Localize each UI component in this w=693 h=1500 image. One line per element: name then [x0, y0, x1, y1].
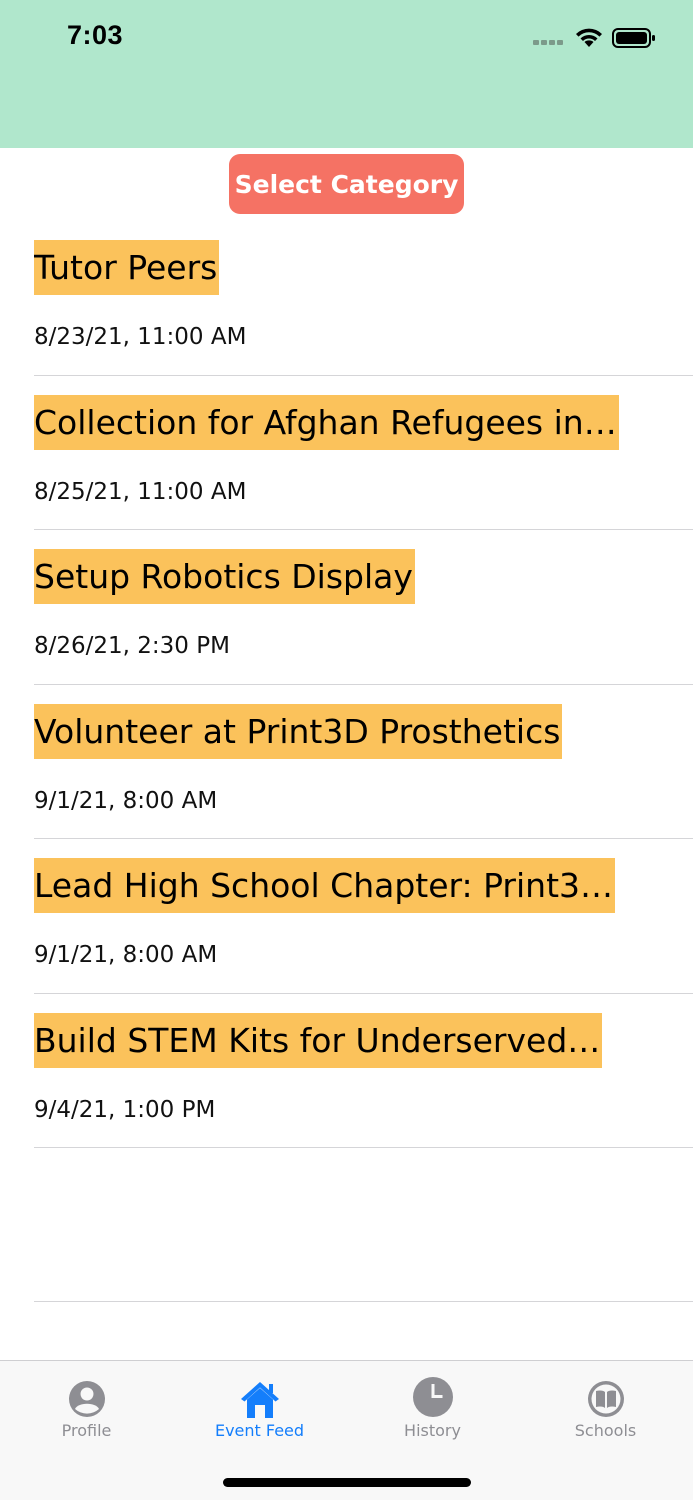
battery-icon	[612, 28, 655, 48]
list-item[interactable]: Setup Robotics Display 8/26/21, 2:30 PM	[0, 530, 693, 685]
event-date: 8/25/21, 11:00 AM	[34, 478, 247, 505]
event-title: Volunteer at Print3D Prosthetics	[34, 703, 563, 759]
house-icon	[240, 1382, 279, 1418]
person-circle-icon	[68, 1381, 105, 1417]
event-title: Tutor Peers	[34, 240, 220, 295]
row-divider	[34, 1301, 693, 1302]
event-date: 8/23/21, 11:00 AM	[34, 324, 247, 350]
tab-label: Event Feed	[214, 1421, 305, 1440]
wifi-icon	[576, 28, 602, 47]
tab-label: History	[404, 1421, 461, 1440]
event-title: Collection for Afghan Refugees in…	[34, 394, 619, 450]
clock-icon	[412, 1377, 453, 1417]
event-title: Lead High School Chapter: Print3…	[34, 858, 616, 913]
list-item[interactable]: Collection for Afghan Refugees in… 8/25/…	[0, 376, 693, 530]
event-list: Tutor Peers 8/23/21, 11:00 AM Collection…	[0, 221, 693, 1148]
event-date: 9/4/21, 1:00 PM	[34, 1096, 216, 1123]
list-item[interactable]: Build STEM Kits for Underserved… 9/4/21,…	[0, 994, 693, 1148]
list-item[interactable]: Volunteer at Print3D Prosthetics 9/1/21,…	[0, 685, 693, 839]
tab-label: Profile	[61, 1421, 112, 1440]
cellular-signal-icon	[533, 40, 565, 46]
header-bar: 7:03	[0, 0, 693, 148]
status-time: 7:03	[67, 20, 124, 50]
empty-list-row	[0, 1148, 693, 1302]
event-title: Setup Robotics Display	[34, 549, 415, 604]
event-date: 9/1/21, 8:00 AM	[34, 942, 218, 968]
book-circle-icon	[587, 1381, 624, 1417]
tab-event-feed[interactable]: Event Feed	[173, 1361, 346, 1451]
list-item[interactable]: Tutor Peers 8/23/21, 11:00 AM	[0, 221, 693, 376]
event-title: Build STEM Kits for Underserved…	[34, 1012, 603, 1068]
tab-schools[interactable]: Schools	[519, 1361, 692, 1451]
tab-history[interactable]: History	[346, 1361, 519, 1451]
event-date: 9/1/21, 8:00 AM	[34, 787, 218, 814]
event-date: 8/26/21, 2:30 PM	[34, 633, 230, 659]
home-indicator[interactable]	[223, 1478, 471, 1487]
tab-profile[interactable]: Profile	[0, 1361, 173, 1451]
tab-label: Schools	[574, 1421, 637, 1440]
list-item[interactable]: Lead High School Chapter: Print3… 9/1/21…	[0, 839, 693, 994]
select-category-button[interactable]: Select Category	[229, 154, 464, 214]
